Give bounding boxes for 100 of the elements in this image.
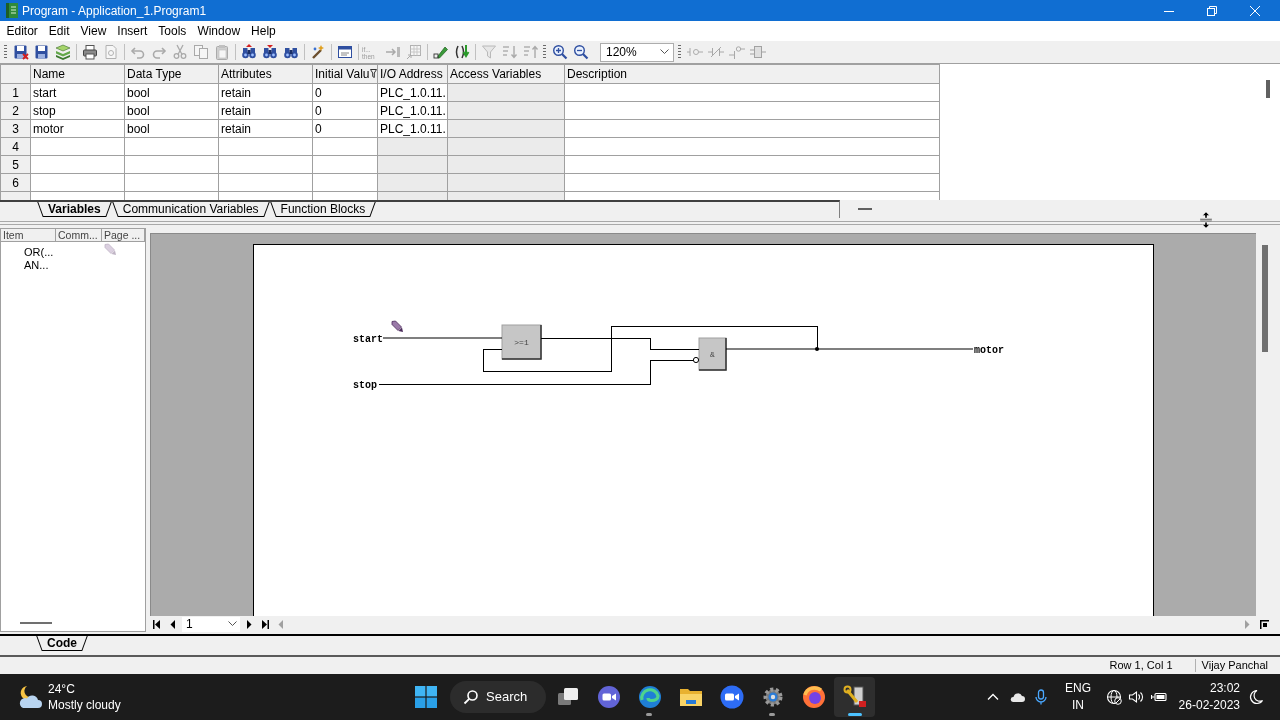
menu-item[interactable]: Tools bbox=[152, 22, 192, 40]
page-field[interactable]: 1 bbox=[182, 616, 240, 632]
table-cell: retain bbox=[218, 101, 313, 120]
resize-cursor-icon bbox=[1200, 212, 1212, 228]
window-title: Program - Application_1.Program1 bbox=[22, 3, 207, 18]
logic-block: & bbox=[698, 337, 727, 371]
table-cell: bool bbox=[124, 83, 219, 102]
video-camera-icon bbox=[719, 685, 744, 709]
menu-item[interactable]: Help bbox=[245, 22, 282, 40]
close-icon bbox=[1249, 5, 1260, 16]
table-cell: bool bbox=[124, 101, 219, 120]
binoculars-icon bbox=[261, 44, 278, 60]
column-header[interactable]: Page ... bbox=[102, 229, 145, 241]
filter-icon[interactable] bbox=[370, 69, 377, 78]
skip-back-icon bbox=[153, 619, 161, 629]
language-text[interactable]: ENG bbox=[1065, 680, 1091, 697]
taskbar-button[interactable] bbox=[834, 677, 875, 717]
skip-forward-icon bbox=[261, 619, 269, 629]
arrow-right-icon bbox=[384, 44, 401, 60]
tree-item[interactable]: AN... bbox=[24, 259, 49, 272]
table-cell: start bbox=[30, 83, 125, 102]
scrollbar-thumb[interactable] bbox=[1266, 80, 1270, 98]
menu-item[interactable]: Window bbox=[191, 22, 246, 40]
table-cell: stop bbox=[30, 101, 125, 120]
microphone-icon bbox=[1033, 689, 1049, 705]
print-icon bbox=[81, 44, 98, 60]
crossed-contact-icon bbox=[707, 44, 724, 60]
variable-label: stop bbox=[353, 380, 377, 391]
notebook-icon bbox=[6, 3, 18, 18]
variable-label: motor bbox=[974, 345, 1004, 356]
corner-icon[interactable] bbox=[1259, 619, 1269, 629]
language-text[interactable]: IN bbox=[1072, 697, 1084, 714]
column-header[interactable]: Name bbox=[30, 64, 125, 84]
undo-icon bbox=[129, 44, 146, 60]
table-cell: PLC_1.0.11. bbox=[377, 83, 448, 102]
table-cell: 0 bbox=[312, 101, 378, 120]
table-cell: 0 bbox=[312, 119, 378, 138]
coil-icon bbox=[728, 44, 745, 60]
table-cell: PLC_1.0.11. bbox=[377, 119, 448, 138]
triangle-right-icon bbox=[245, 619, 253, 629]
copy-icon bbox=[192, 44, 209, 60]
tab[interactable]: Code bbox=[36, 636, 88, 651]
table-cell: bool bbox=[124, 119, 219, 138]
table-cell: retain bbox=[218, 119, 313, 138]
date-text[interactable]: 26-02-2023 bbox=[1178, 697, 1240, 714]
tab[interactable]: Variables bbox=[37, 202, 112, 217]
menu-item[interactable]: View bbox=[75, 22, 112, 40]
weather-condition[interactable]: Mostly cloudy bbox=[48, 697, 121, 713]
video-chat-icon bbox=[596, 685, 621, 709]
menu-item[interactable]: Insert bbox=[111, 22, 153, 40]
wrench-sheet-icon bbox=[842, 685, 867, 709]
floppy-cross-icon bbox=[12, 44, 29, 60]
zoom-dropdown[interactable]: 120% bbox=[600, 42, 674, 62]
tab[interactable]: Function Blocks bbox=[269, 202, 377, 217]
column-header[interactable]: I/O Address bbox=[377, 64, 448, 84]
globe-icon bbox=[1106, 689, 1122, 705]
scrollbar-thumb[interactable] bbox=[1262, 245, 1268, 352]
pen-cursor-icon bbox=[104, 243, 116, 255]
stacked-sheets-icon bbox=[54, 44, 71, 60]
scrollbar-thumb[interactable] bbox=[20, 622, 52, 624]
tree-item[interactable]: OR(... bbox=[24, 246, 54, 259]
menu-item[interactable]: Editor bbox=[1, 22, 44, 40]
column-header[interactable]: Description bbox=[564, 64, 940, 84]
menu-item[interactable]: Edit bbox=[43, 22, 76, 40]
column-header[interactable]: Initial Valu bbox=[312, 64, 378, 84]
triangle-left-icon bbox=[169, 619, 177, 629]
zoom-out-icon bbox=[572, 44, 589, 60]
clipboard-icon bbox=[213, 44, 230, 60]
column-header[interactable]: Comm... bbox=[56, 229, 102, 241]
pen-icon bbox=[432, 44, 449, 60]
sort-down-icon bbox=[501, 44, 518, 60]
column-header[interactable]: Data Type bbox=[124, 64, 219, 84]
table-cell: 0 bbox=[312, 83, 378, 102]
table-cell: retain bbox=[218, 83, 313, 102]
chevron-down-icon bbox=[228, 621, 237, 627]
window-icon bbox=[336, 44, 353, 60]
triangle-left-icon bbox=[277, 619, 285, 629]
zoom-in-icon bbox=[551, 44, 568, 60]
moon-icon bbox=[1248, 689, 1264, 705]
pen-cursor-icon bbox=[391, 320, 403, 332]
search-icon bbox=[463, 689, 479, 705]
grid-icon bbox=[405, 44, 422, 60]
tab[interactable]: Communication Variables bbox=[111, 202, 270, 217]
function-block-icon bbox=[749, 44, 766, 60]
column-header[interactable]: Attributes bbox=[218, 64, 313, 84]
temperature-text[interactable]: 24°C bbox=[48, 681, 121, 697]
column-header[interactable]: Item bbox=[1, 229, 56, 241]
time-text[interactable]: 23:02 bbox=[1209, 680, 1240, 697]
brackets-arrow-icon bbox=[453, 44, 470, 60]
moon-cloud-icon[interactable] bbox=[17, 685, 44, 709]
restore-icon bbox=[1206, 5, 1217, 16]
junction-dot-icon bbox=[815, 347, 819, 351]
table-cell: PLC_1.0.11. bbox=[377, 101, 448, 120]
scissors-icon bbox=[171, 44, 188, 60]
chevron-down-icon bbox=[660, 49, 669, 55]
logic-block: >=1 bbox=[501, 324, 542, 360]
search-button[interactable]: Search bbox=[450, 681, 546, 713]
filter-icon bbox=[480, 44, 497, 60]
scrollbar-thumb[interactable] bbox=[858, 208, 872, 210]
column-header[interactable]: Access Variables bbox=[447, 64, 565, 84]
